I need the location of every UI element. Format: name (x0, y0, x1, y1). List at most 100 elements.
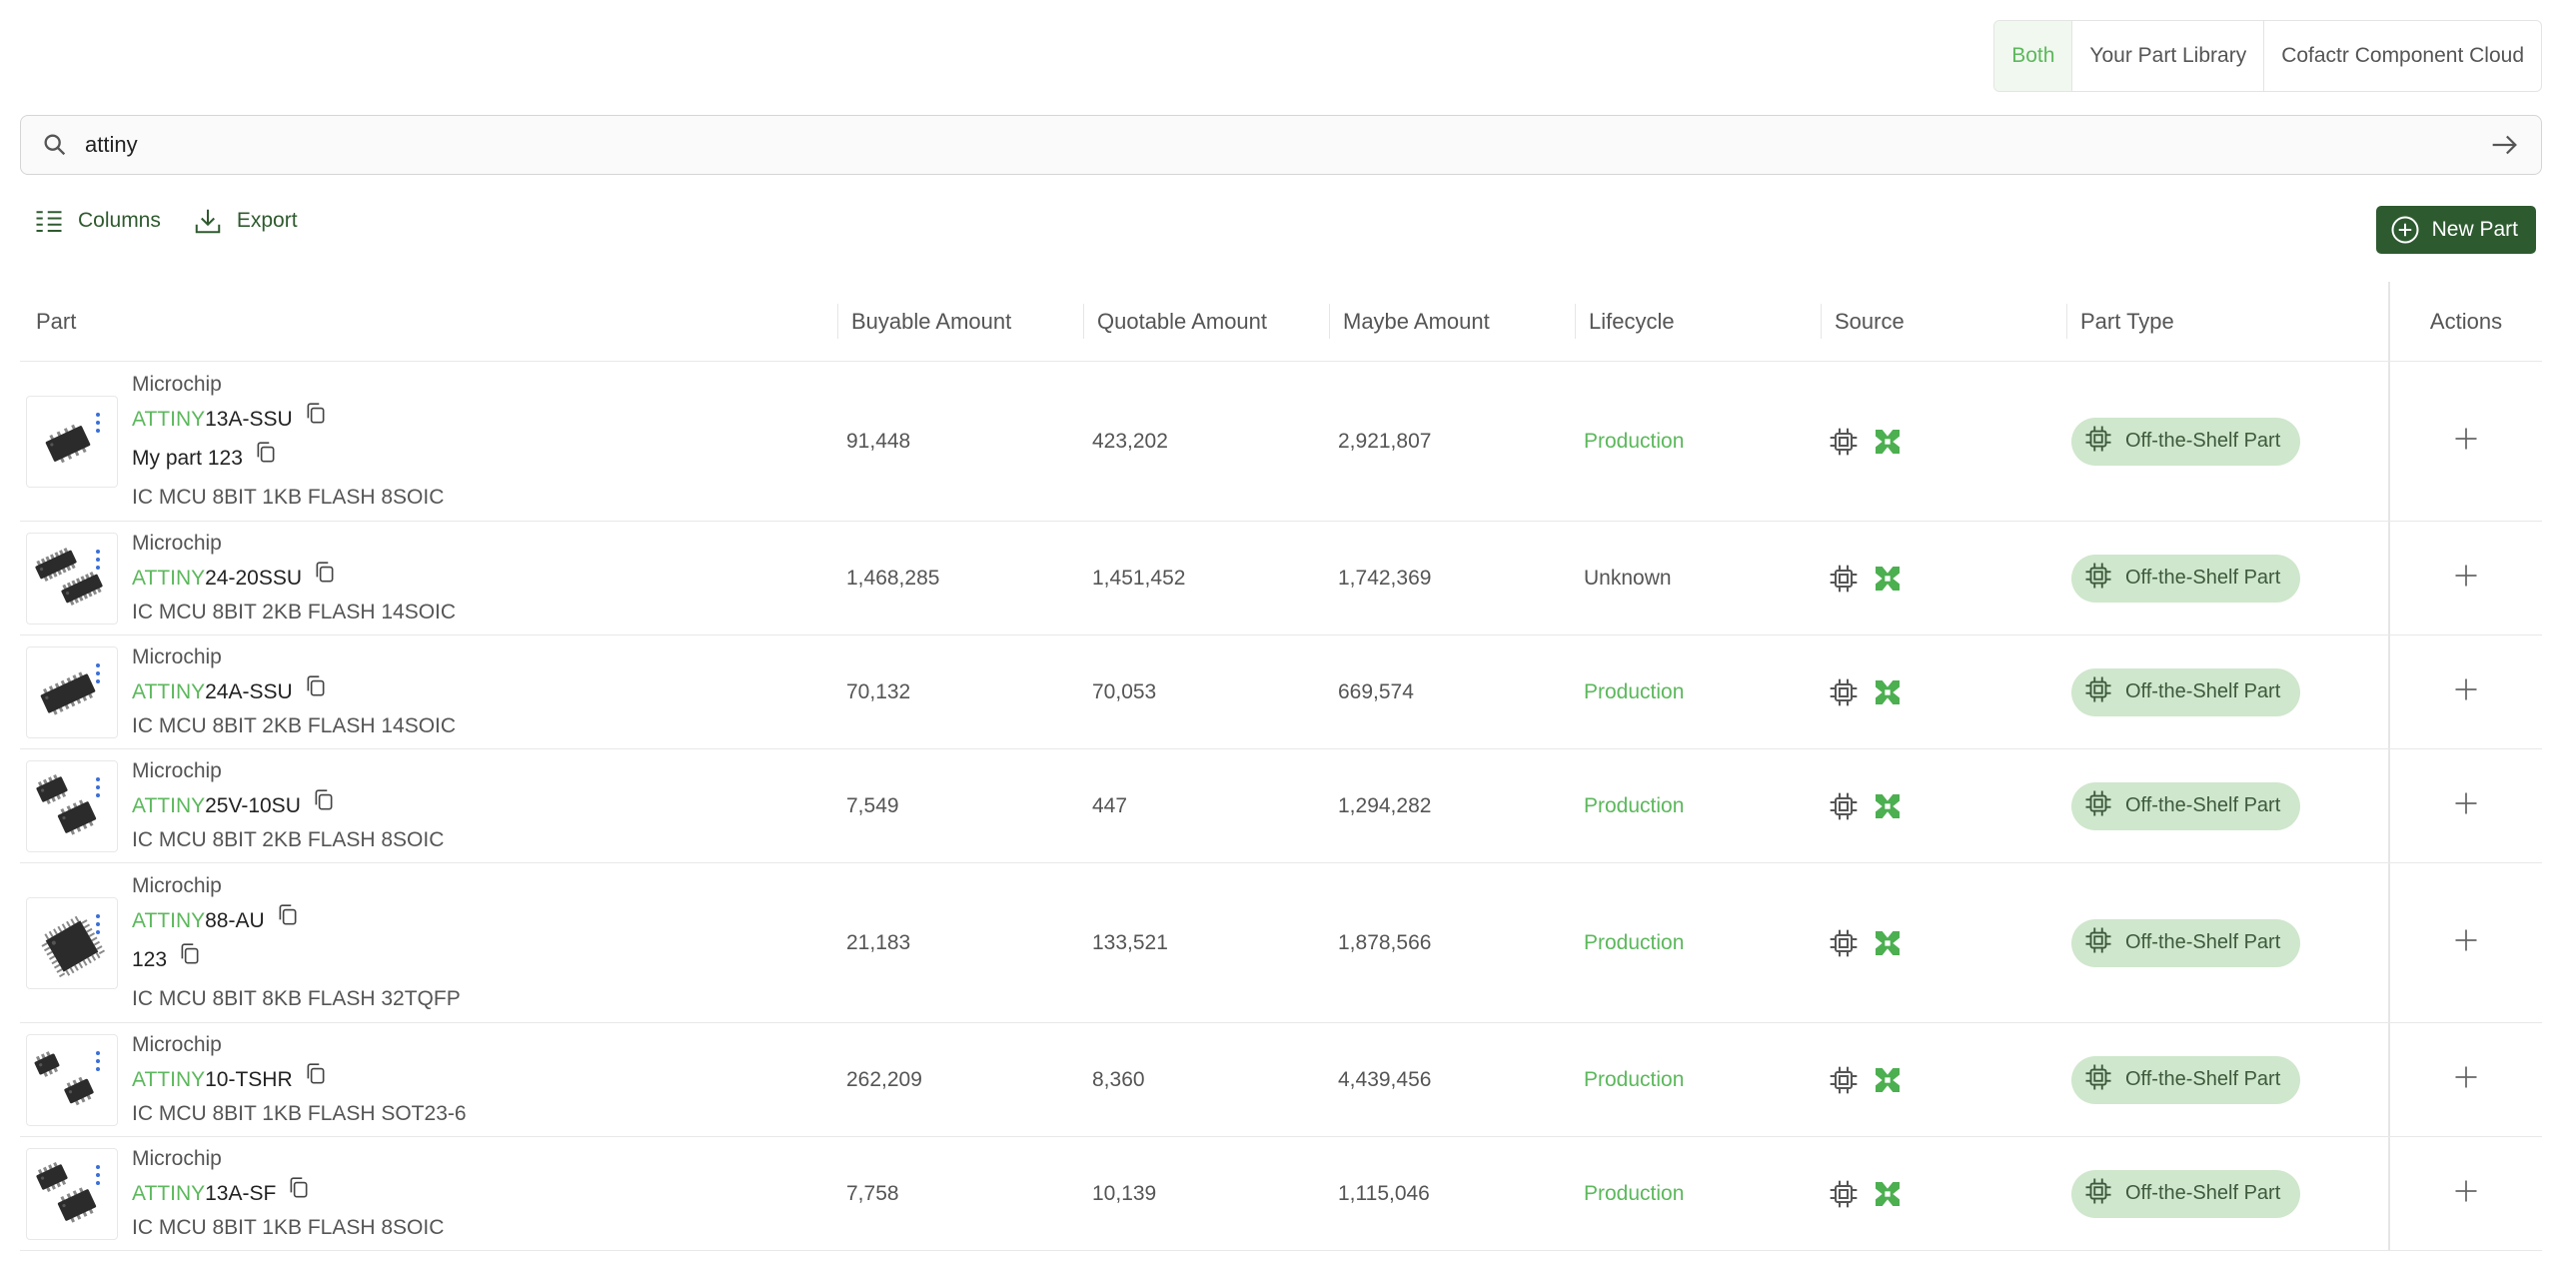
part-image[interactable] (26, 395, 118, 488)
part-number-rest: 25V-10SU (205, 793, 301, 817)
part-cell: Microchip ATTINY 88-AU 123 IC MCU 8BIT 8K… (20, 863, 837, 1022)
part-cell: Microchip ATTINY 13A-SSU My part 123 IC M… (20, 362, 837, 521)
manufacturer: Microchip (132, 373, 222, 396)
lifecycle-status: Production (1584, 1067, 1685, 1091)
add-icon[interactable] (2452, 675, 2480, 709)
source-option-both[interactable]: Both (1994, 21, 2072, 91)
actions-cell (2388, 1023, 2542, 1136)
table-row[interactable]: Microchip ATTINY 24A-SSU IC MCU 8BIT 2KB … (20, 635, 2542, 749)
header-buyable-amount[interactable]: Buyable Amount (837, 282, 1083, 361)
header-quotable-amount[interactable]: Quotable Amount (1083, 282, 1329, 361)
source-cell (1821, 1023, 2066, 1136)
add-icon[interactable] (2452, 1063, 2480, 1097)
source-option-component-cloud[interactable]: Cofactr Component Cloud (2263, 21, 2541, 91)
chip-icon (2083, 925, 2113, 961)
actions-cell (2388, 635, 2542, 748)
copy-icon[interactable] (293, 1062, 327, 1097)
copy-icon[interactable] (265, 903, 299, 938)
search-bar (20, 115, 2542, 175)
part-number[interactable]: ATTINY 24A-SSU (132, 674, 456, 709)
source-cell (1821, 749, 2066, 862)
table-row[interactable]: Microchip ATTINY 25V-10SU IC MCU 8BIT 2KB… (20, 749, 2542, 863)
part-number-rest: 13A-SSU (205, 407, 293, 431)
table-row[interactable]: Microchip ATTINY 13A-SSU My part 123 IC M… (20, 362, 2542, 522)
header-actions: Actions (2388, 282, 2542, 361)
source-option-part-library[interactable]: Your Part Library (2071, 21, 2263, 91)
header-part-type[interactable]: Part Type (2066, 282, 2388, 361)
add-icon[interactable] (2452, 1177, 2480, 1211)
table-row[interactable]: Microchip ATTINY 88-AU 123 IC MCU 8BIT 8K… (20, 863, 2542, 1023)
export-button[interactable]: Export (193, 206, 298, 236)
columns-button[interactable]: Columns (34, 206, 161, 236)
add-icon[interactable] (2452, 562, 2480, 596)
buyable-amount: 91,448 (846, 429, 911, 453)
cofactr-cloud-icon (1872, 676, 1904, 708)
part-image[interactable] (26, 532, 118, 625)
part-type-cell: Off-the-Shelf Part (2066, 749, 2388, 862)
chip-icon (2083, 561, 2113, 597)
source-cell (1821, 863, 2066, 1022)
source-cell (1821, 522, 2066, 634)
lifecycle-status: Production (1584, 793, 1685, 817)
copy-icon[interactable] (243, 437, 277, 481)
copy-icon[interactable] (301, 788, 335, 823)
part-number[interactable]: ATTINY 24-20SSU (132, 561, 456, 596)
quotable-amount: 423,202 (1092, 429, 1168, 453)
table-row[interactable]: Microchip ATTINY 13A-SF IC MCU 8BIT 1KB F… (20, 1137, 2542, 1251)
new-part-button[interactable]: New Part (2375, 206, 2536, 254)
part-type-badge: Off-the-Shelf Part (2071, 554, 2301, 603)
part-image[interactable] (26, 1147, 118, 1240)
header-maybe-amount[interactable]: Maybe Amount (1329, 282, 1575, 361)
chip-icon (2083, 1176, 2113, 1212)
add-icon[interactable] (2452, 425, 2480, 459)
part-cell: Microchip ATTINY 24A-SSU IC MCU 8BIT 2KB … (20, 635, 837, 748)
part-description: IC MCU 8BIT 1KB FLASH SOT23-6 (132, 1102, 467, 1125)
manufacturer: Microchip (132, 759, 222, 782)
part-image[interactable] (26, 759, 118, 852)
copy-icon[interactable] (302, 561, 336, 596)
copy-icon[interactable] (293, 674, 327, 709)
search-input[interactable] (83, 131, 2487, 159)
search-submit-arrow-icon[interactable] (2487, 128, 2521, 162)
copy-icon[interactable] (276, 1176, 310, 1211)
part-type-badge: Off-the-Shelf Part (2071, 781, 2301, 830)
part-type-cell: Off-the-Shelf Part (2066, 362, 2388, 521)
chip-icon (1828, 927, 1860, 959)
part-cell: Microchip ATTINY 25V-10SU IC MCU 8BIT 2KB… (20, 749, 837, 862)
add-icon[interactable] (2452, 926, 2480, 960)
chip-icon (2083, 674, 2113, 710)
part-number[interactable]: ATTINY 13A-SSU (132, 402, 444, 437)
copy-icon[interactable] (293, 402, 327, 437)
cofactr-cloud-icon (1872, 426, 1904, 458)
chip-icon (1828, 1178, 1860, 1210)
part-image[interactable] (26, 1033, 118, 1126)
copy-icon[interactable] (167, 938, 201, 982)
table-row[interactable]: Microchip ATTINY 10-TSHR IC MCU 8BIT 1KB … (20, 1023, 2542, 1137)
part-number[interactable]: ATTINY 10-TSHR (132, 1062, 467, 1097)
part-cell: Microchip ATTINY 24-20SSU IC MCU 8BIT 2KB… (20, 522, 837, 634)
chip-icon (2083, 788, 2113, 824)
header-source[interactable]: Source (1821, 282, 2066, 361)
search-match: ATTINY (132, 793, 206, 817)
table-header: Part Buyable Amount Quotable Amount Mayb… (20, 282, 2542, 362)
chip-icon (1828, 1064, 1860, 1096)
part-number-rest: 10-TSHR (205, 1067, 293, 1091)
columns-icon (36, 211, 62, 232)
source-cell (1821, 635, 2066, 748)
add-icon[interactable] (2452, 789, 2480, 823)
header-part[interactable]: Part (20, 282, 837, 361)
lifecycle-status: Production (1584, 1181, 1685, 1205)
actions-cell (2388, 362, 2542, 521)
part-image[interactable] (26, 896, 118, 989)
search-match: ATTINY (132, 407, 206, 431)
table-body: Microchip ATTINY 13A-SSU My part 123 IC M… (20, 362, 2542, 1251)
part-image[interactable] (26, 645, 118, 738)
part-number[interactable]: ATTINY 88-AU (132, 903, 461, 938)
table-row[interactable]: Microchip ATTINY 24-20SSU IC MCU 8BIT 2KB… (20, 522, 2542, 635)
part-number-rest: 88-AU (205, 908, 265, 932)
part-number[interactable]: ATTINY 25V-10SU (132, 788, 444, 823)
cofactr-cloud-icon (1872, 563, 1904, 595)
part-number[interactable]: ATTINY 13A-SF (132, 1176, 444, 1211)
header-lifecycle[interactable]: Lifecycle (1575, 282, 1821, 361)
chip-icon (1828, 563, 1860, 595)
